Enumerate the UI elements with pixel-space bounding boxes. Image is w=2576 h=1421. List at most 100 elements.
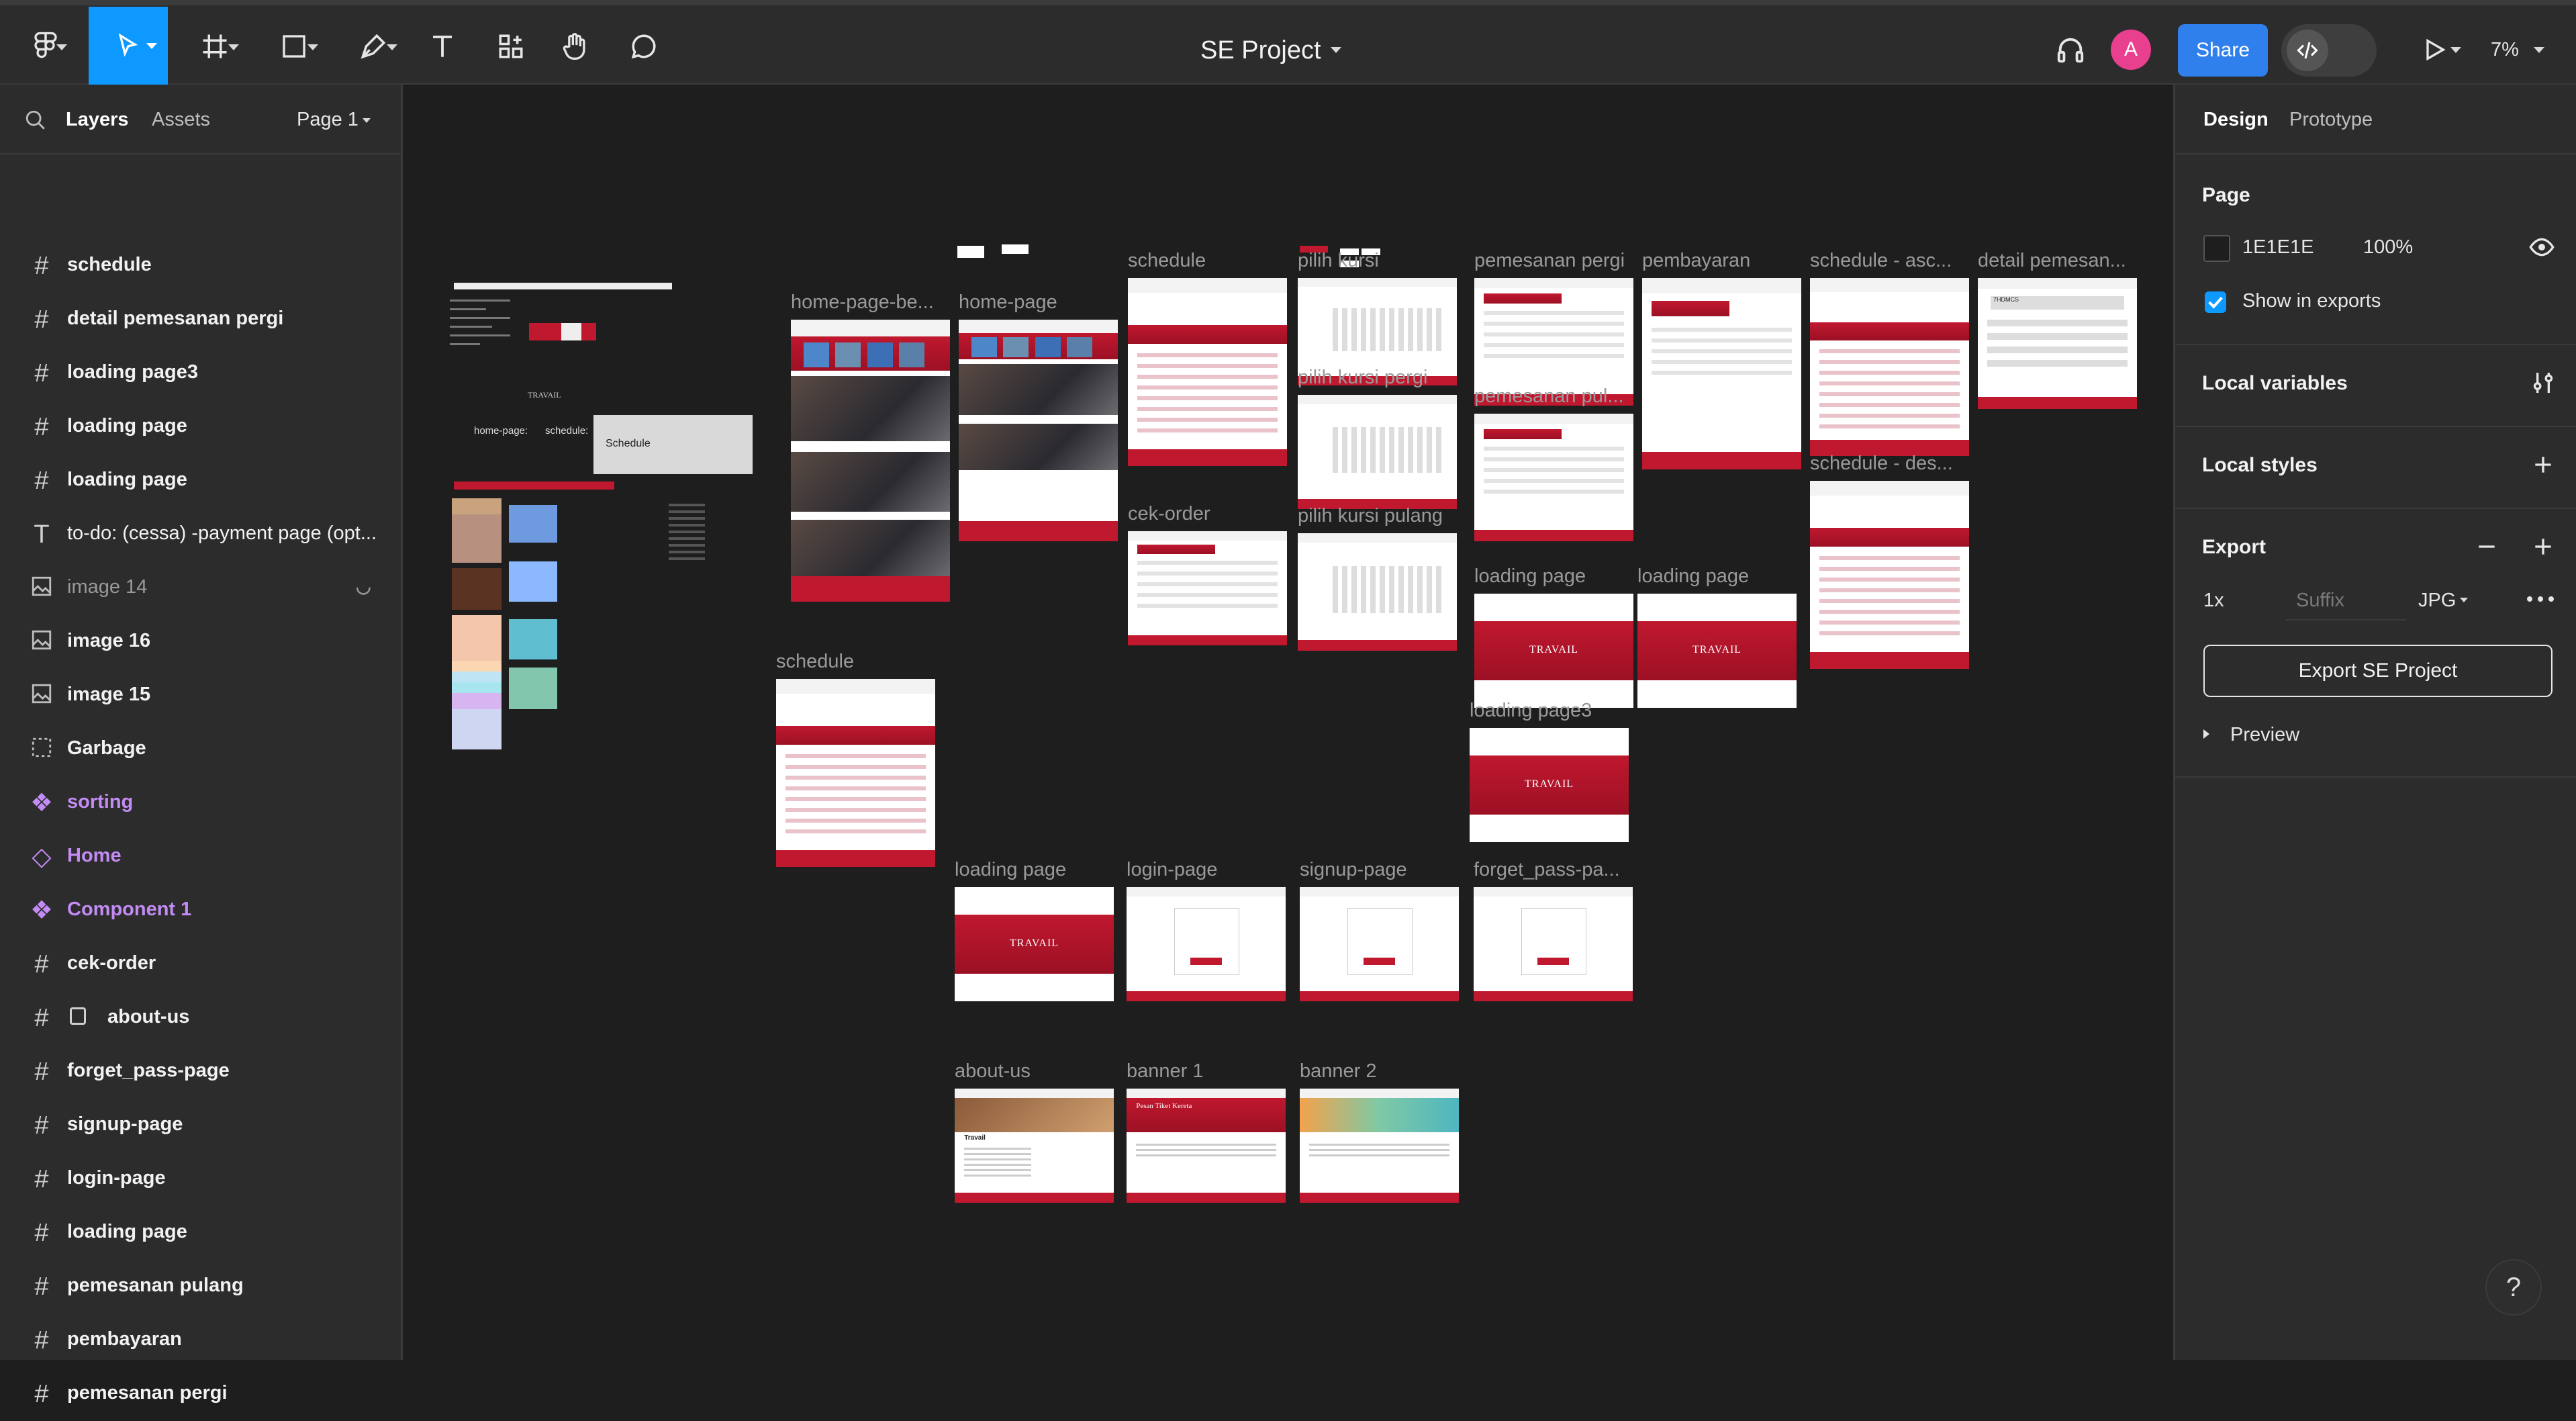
color-swatch[interactable] <box>452 498 502 563</box>
frame-about-us[interactable]: Travail <box>955 1089 1114 1203</box>
garbage-schedule-box[interactable]: Schedule <box>593 415 753 474</box>
layer-item[interactable]: # login-page <box>0 1152 401 1206</box>
zoom-menu[interactable]: 7% <box>2491 30 2565 70</box>
dev-mode-toggle[interactable] <box>2281 24 2377 77</box>
frame-schedule-asc[interactable] <box>1810 278 1969 456</box>
layer-item[interactable]: # detail pemesanan pergi <box>0 293 401 347</box>
garbage-frame-top[interactable] <box>454 283 672 289</box>
frame-label-banner-1[interactable]: banner 1 <box>1127 1060 1204 1083</box>
frame-label-pemesanan-pul[interactable]: pemesanan pul... <box>1474 385 1623 408</box>
layer-item[interactable]: # schedule <box>0 239 401 293</box>
tiny-element[interactable] <box>957 246 984 258</box>
frame-schedule-top[interactable] <box>1128 278 1287 466</box>
frame-forget-pass[interactable] <box>1474 887 1633 1001</box>
frame-label-pilih-kursi-pulang[interactable]: pilih kursi pulang <box>1298 505 1443 527</box>
resources-tool-button[interactable] <box>490 26 532 67</box>
frame-label-pilih-kursi[interactable]: pilih kursi <box>1298 250 1379 272</box>
frame-pemesanan-pul[interactable] <box>1474 414 1633 541</box>
color-swatch[interactable] <box>452 615 502 749</box>
share-button[interactable]: Share <box>2178 24 2268 77</box>
move-tool-button[interactable] <box>89 7 168 85</box>
frame-home-page[interactable] <box>959 320 1118 541</box>
layer-item[interactable]: image 14 ◡ <box>0 561 401 615</box>
export-button[interactable]: Export SE Project <box>2203 645 2553 697</box>
frame-banner-1[interactable]: Pesan Tiket Kereta <box>1127 1089 1286 1203</box>
frame-label-schedule-top[interactable]: schedule <box>1128 250 1206 272</box>
frame-label-cek-order[interactable]: cek-order <box>1128 503 1210 525</box>
local-variables-title[interactable]: Local variables <box>2202 372 2348 395</box>
frame-label-pemesanan-pergi[interactable]: pemesanan pergi <box>1474 250 1625 272</box>
tab-assets[interactable]: Assets <box>152 109 210 131</box>
frame-label-home-page-be[interactable]: home-page-be... <box>791 291 934 314</box>
avatar[interactable]: A <box>2111 30 2151 70</box>
frame-signup-page[interactable] <box>1300 887 1459 1001</box>
frame-detail-pemesan[interactable]: 7HDMCS <box>1978 278 2137 409</box>
frame-schedule-bottom[interactable] <box>776 679 935 867</box>
export-format-chevron-icon[interactable] <box>2460 598 2468 602</box>
tab-prototype[interactable]: Prototype <box>2289 109 2373 131</box>
frame-label-home-page[interactable]: home-page <box>959 291 1057 314</box>
layer-item[interactable]: # forget_pass-page <box>0 1045 401 1099</box>
page-color-value[interactable]: 1E1E1E <box>2242 236 2313 259</box>
layer-item[interactable]: # cek-order <box>0 937 401 991</box>
frame-home-page-be[interactable] <box>791 320 950 602</box>
frame-pilih-kursi-pulang[interactable] <box>1298 533 1457 651</box>
local-styles-title[interactable]: Local styles <box>2202 454 2318 477</box>
frame-banner-2[interactable] <box>1300 1089 1459 1203</box>
layer-item[interactable]: image 16 <box>0 615 401 669</box>
preview-toggle[interactable]: Preview <box>2203 724 2405 751</box>
tiny-element[interactable] <box>1002 244 1029 254</box>
add-style-button[interactable] <box>2530 451 2557 478</box>
layer-item[interactable]: # loading page <box>0 454 401 508</box>
page-color-swatch[interactable] <box>2203 235 2230 262</box>
hidden-eye-icon[interactable]: ◡ <box>356 576 371 597</box>
frame-label-pembayaran[interactable]: pembayaran <box>1642 250 1750 272</box>
frame-label-signup-page[interactable]: signup-page <box>1300 859 1407 881</box>
frame-label-schedule-des[interactable]: schedule - des... <box>1810 453 1953 475</box>
color-swatch[interactable] <box>509 619 557 659</box>
project-title[interactable]: SE Project <box>1200 36 1321 65</box>
frame-loading-page-b[interactable]: TRAVAIL <box>1637 594 1797 708</box>
help-button[interactable]: ? <box>2485 1259 2542 1316</box>
huddle-button[interactable] <box>2050 30 2091 70</box>
tab-design[interactable]: Design <box>2203 109 2269 131</box>
comment-tool-button[interactable] <box>623 26 665 67</box>
remove-export-button[interactable] <box>2473 533 2500 560</box>
layer-item[interactable]: ❖ Component 1 <box>0 884 401 937</box>
layer-item[interactable]: # loading page3 <box>0 347 401 400</box>
local-variables-button[interactable] <box>2530 369 2557 396</box>
text-tool-button[interactable] <box>422 26 463 67</box>
frame-label-loading-page-a[interactable]: loading page <box>1474 565 1586 588</box>
frame-label-loading-page3[interactable]: loading page3 <box>1470 700 1592 722</box>
show-in-exports-checkbox[interactable] <box>2205 291 2226 313</box>
hand-tool-button[interactable] <box>555 26 596 67</box>
tab-layers[interactable]: Layers <box>66 109 129 131</box>
export-settings-button[interactable] <box>2524 586 2557 612</box>
layer-item[interactable]: Tto-do: (cessa) -payment page (opt... <box>0 508 401 561</box>
frame-label-schedule-bottom[interactable]: schedule <box>776 651 854 673</box>
frame-tool-button[interactable] <box>187 26 243 67</box>
canvas[interactable]: TRAVAIL home-page: schedule: Schedule ho… <box>403 85 2173 1360</box>
frame-label-detail-pemesan[interactable]: detail pemesan... <box>1978 250 2126 272</box>
zoom-chevron-icon[interactable] <box>2534 47 2544 53</box>
layer-item[interactable]: # loading page <box>0 1206 401 1260</box>
frame-label-login-page[interactable]: login-page <box>1127 859 1217 881</box>
frame-label-loading-page-c[interactable]: loading page <box>955 859 1066 881</box>
frame-loading-page-a[interactable]: TRAVAIL <box>1474 594 1633 708</box>
figma-main-menu[interactable] <box>19 26 73 67</box>
export-scale-select[interactable]: 1x <box>2203 590 2224 612</box>
page-chevron-icon[interactable] <box>363 118 371 123</box>
page-opacity-value[interactable]: 100% <box>2363 236 2413 259</box>
frame-label-forget-pass[interactable]: forget_pass-pa... <box>1474 859 1620 881</box>
add-export-button[interactable] <box>2530 533 2557 560</box>
frame-label-pilih-kursi-pergi[interactable]: pilih kursi pergi <box>1298 367 1427 389</box>
frame-cek-order[interactable] <box>1128 531 1287 645</box>
layer-item[interactable]: ❖ sorting <box>0 776 401 830</box>
layer-item[interactable]: # pembayaran <box>0 1314 401 1367</box>
present-button[interactable] <box>2406 30 2463 70</box>
color-swatch[interactable] <box>509 561 557 602</box>
frame-loading-page-c[interactable]: TRAVAIL <box>955 887 1114 1001</box>
frame-label-loading-page-b[interactable]: loading page <box>1637 565 1749 588</box>
frame-label-banner-2[interactable]: banner 2 <box>1300 1060 1377 1083</box>
visibility-toggle[interactable] <box>2528 234 2555 261</box>
